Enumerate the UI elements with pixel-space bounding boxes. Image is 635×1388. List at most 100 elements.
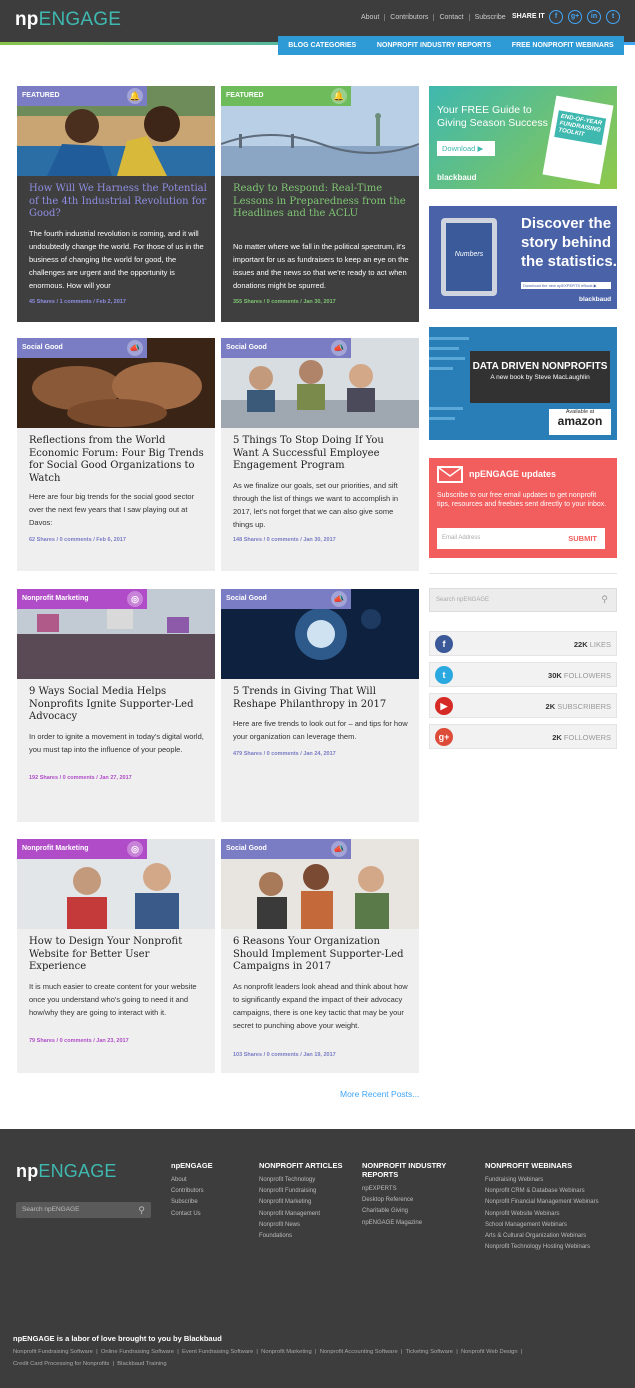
download-button[interactable]: Download ▶ bbox=[437, 141, 495, 156]
footer-link[interactable]: Ticketing Software bbox=[406, 1349, 453, 1355]
footer-link[interactable]: About bbox=[171, 1175, 251, 1186]
post-title[interactable]: Ready to Respond: Real-Time Lessons in P… bbox=[233, 183, 411, 221]
footer-link[interactable]: Nonprofit Technology Hosting Webinars bbox=[485, 1242, 610, 1253]
twitter-followers[interactable]: t 30K FOLLOWERS bbox=[429, 662, 617, 687]
footer-link[interactable]: Nonprofit Management bbox=[259, 1209, 357, 1220]
post-card[interactable]: FEATURED 🔔 Ready to Respond: Real-Time Le… bbox=[221, 86, 419, 322]
footer-link[interactable]: Nonprofit Marketing bbox=[261, 1349, 312, 1355]
tablet-image: Numbers bbox=[441, 218, 497, 296]
share-label: SHARE IT bbox=[512, 13, 545, 20]
post-title[interactable]: 9 Ways Social Media Helps Nonprofits Ign… bbox=[29, 686, 207, 724]
footer-link[interactable]: Desktop Reference bbox=[362, 1195, 472, 1206]
footer-link[interactable]: Subscribe bbox=[171, 1197, 251, 1208]
linkedin-icon[interactable]: in bbox=[587, 10, 601, 24]
google-plus-followers[interactable]: g+ 2K FOLLOWERS bbox=[429, 724, 617, 749]
post-meta: 62 Shares / 0 comments / Feb 6, 2017 bbox=[29, 537, 126, 543]
post-excerpt: As we finalize our goals, set our priori… bbox=[233, 481, 399, 529]
footer-logo[interactable]: npENGAGE bbox=[16, 1161, 117, 1182]
footer-link[interactable]: Blackbaud Training bbox=[117, 1361, 166, 1367]
footer-link[interactable]: Contributors bbox=[171, 1186, 251, 1197]
footer-col-npengage: npENGAGE About Contributors Subscribe Co… bbox=[171, 1161, 251, 1220]
footer-link[interactable]: Nonprofit CRM & Database Webinars bbox=[485, 1186, 610, 1197]
youtube-icon: ▶ bbox=[435, 697, 453, 715]
post-title[interactable]: 5 Things To Stop Doing If You Want A Suc… bbox=[233, 435, 411, 473]
email-field[interactable]: Email Address SUBMIT bbox=[437, 528, 605, 549]
footer-link[interactable]: npENGAGE Magazine bbox=[362, 1218, 472, 1229]
google-plus-icon: g+ bbox=[435, 728, 453, 746]
footer-link[interactable]: Online Fundraising Software bbox=[101, 1349, 174, 1355]
post-title[interactable]: How Will We Harness the Potential of the… bbox=[29, 183, 207, 221]
footer-col-reports: NONPROFIT INDUSTRY REPORTS npEXPERTS Des… bbox=[362, 1161, 472, 1229]
more-posts-link[interactable]: More Recent Posts... bbox=[340, 1089, 419, 1099]
blog-categories-tab[interactable]: BLOG CATEGORIES bbox=[288, 42, 356, 49]
footer-link[interactable]: Nonprofit Web Design bbox=[461, 1349, 518, 1355]
post-title[interactable]: How to Design Your Nonprofit Website for… bbox=[29, 936, 207, 974]
footer-link[interactable]: Nonprofit Fundraising bbox=[259, 1186, 357, 1197]
footer-link[interactable]: Nonprofit Website Webinars bbox=[485, 1209, 610, 1220]
search-icon[interactable]: ⚲ bbox=[138, 1202, 145, 1218]
footer-link[interactable]: Charitable Giving bbox=[362, 1206, 472, 1217]
post-card[interactable]: Social Good 📣 Reflections from the World … bbox=[17, 338, 215, 571]
post-meta: 192 Shares / 0 comments / Jan 27, 2017 bbox=[29, 775, 132, 781]
footer-link[interactable]: Foundations bbox=[259, 1231, 357, 1242]
book-title-panel: DATA DRIVEN NONPROFITS A new book by Ste… bbox=[470, 351, 610, 403]
google-plus-icon[interactable]: g+ bbox=[568, 10, 582, 24]
envelope-icon bbox=[437, 466, 463, 483]
webinars-tab[interactable]: FREE NONPROFIT WEBINARS bbox=[512, 42, 614, 49]
toolkit-ad[interactable]: Your FREE Guide to Giving Season Success… bbox=[429, 86, 617, 189]
footer-link[interactable]: Arts & Cultural Organization Webinars bbox=[485, 1231, 610, 1242]
ad2-download-note[interactable]: Download the new npEXPERTS eBook ▶ bbox=[521, 282, 611, 289]
post-excerpt: In order to ignite a movement in today's… bbox=[29, 732, 204, 754]
category-badge: FEATURED 🔔 bbox=[17, 86, 147, 106]
footer-search-input[interactable]: Search npENGAGE ⚲ bbox=[16, 1202, 151, 1218]
ad2-headline-1: Discover the bbox=[521, 215, 612, 232]
post-excerpt: Here are five trends to look out for – a… bbox=[233, 719, 408, 741]
post-card[interactable]: Social Good 📣 6 Reasons Your Organization… bbox=[221, 839, 419, 1073]
amazon-badge[interactable]: Available at amazon bbox=[549, 409, 611, 435]
npexperts-ad[interactable]: Numbers Discover the story behind the st… bbox=[429, 206, 617, 309]
footer-link[interactable]: Nonprofit Fundraising Software bbox=[13, 1349, 93, 1355]
post-card[interactable]: Social Good 📣 5 Trends in Giving That Wil… bbox=[221, 589, 419, 822]
site-logo[interactable]: npENGAGE bbox=[15, 9, 121, 31]
industry-reports-tab[interactable]: NONPROFIT INDUSTRY REPORTS bbox=[377, 42, 491, 49]
book-ad[interactable]: DATA DRIVEN NONPROFITS A new book by Ste… bbox=[429, 327, 617, 440]
subscribe-link[interactable]: Subscribe bbox=[470, 14, 511, 21]
post-card[interactable]: Nonprofit Marketing ◎ How to Design Your … bbox=[17, 839, 215, 1073]
top-links: About Contributors Contact Subscribe bbox=[356, 14, 511, 21]
footer-link[interactable]: Event Fundraising Software bbox=[182, 1349, 253, 1355]
footer-link[interactable]: Contact Us bbox=[171, 1209, 251, 1220]
about-link[interactable]: About bbox=[356, 14, 386, 21]
megaphone-icon: 📣 bbox=[127, 340, 143, 356]
book-title: DATA DRIVEN NONPROFITS bbox=[472, 361, 608, 372]
footer-link[interactable]: npEXPERTS bbox=[362, 1184, 472, 1195]
twitter-icon[interactable]: t bbox=[606, 10, 620, 24]
footer-link[interactable]: Nonprofit News bbox=[259, 1220, 357, 1231]
footer-link[interactable]: Fundraising Webinars bbox=[485, 1175, 610, 1186]
footer-link[interactable]: School Management Webinars bbox=[485, 1220, 610, 1231]
contributors-link[interactable]: Contributors bbox=[385, 14, 435, 21]
submit-button[interactable]: SUBMIT bbox=[568, 534, 597, 543]
site-footer: npENGAGE Search npENGAGE ⚲ npENGAGE About… bbox=[0, 1129, 635, 1388]
footer-link[interactable]: Nonprofit Technology bbox=[259, 1175, 357, 1186]
post-card[interactable]: Social Good 📣 5 Things To Stop Doing If Y… bbox=[221, 338, 419, 571]
footer-link[interactable]: Nonprofit Marketing bbox=[259, 1197, 357, 1208]
post-title[interactable]: Reflections from the World Economic Foru… bbox=[29, 435, 207, 485]
contact-link[interactable]: Contact bbox=[434, 14, 470, 21]
facebook-likes[interactable]: f 22K LIKES bbox=[429, 631, 617, 656]
post-card[interactable]: FEATURED 🔔 How Will We Harness the Potent… bbox=[17, 86, 215, 322]
footer-link[interactable]: Nonprofit Financial Management Webinars bbox=[485, 1197, 610, 1208]
post-excerpt: It is much easier to create content for … bbox=[29, 982, 197, 1017]
footer-link[interactable]: Nonprofit Accounting Software bbox=[320, 1349, 398, 1355]
category-nav: BLOG CATEGORIES NONPROFIT INDUSTRY REPOR… bbox=[278, 36, 624, 55]
youtube-subscribers[interactable]: ▶ 2K SUBSCRIBERS bbox=[429, 693, 617, 718]
ad-headline-1: Your FREE Guide to bbox=[437, 104, 532, 116]
search-icon[interactable]: ⚲ bbox=[601, 594, 608, 605]
sidebar-search-input[interactable]: Search npENGAGE ⚲ bbox=[429, 588, 617, 612]
post-title[interactable]: 5 Trends in Giving That Will Reshape Phi… bbox=[233, 686, 411, 711]
footer-link[interactable]: Credit Card Processing for Nonprofits bbox=[13, 1361, 109, 1367]
facebook-icon: f bbox=[435, 635, 453, 653]
facebook-icon[interactable]: f bbox=[549, 10, 563, 24]
post-meta: 148 Shares / 0 comments / Jan 30, 2017 bbox=[233, 537, 336, 543]
post-card[interactable]: Nonprofit Marketing ◎ 9 Ways Social Media… bbox=[17, 589, 215, 822]
post-title[interactable]: 6 Reasons Your Organization Should Imple… bbox=[233, 936, 411, 974]
